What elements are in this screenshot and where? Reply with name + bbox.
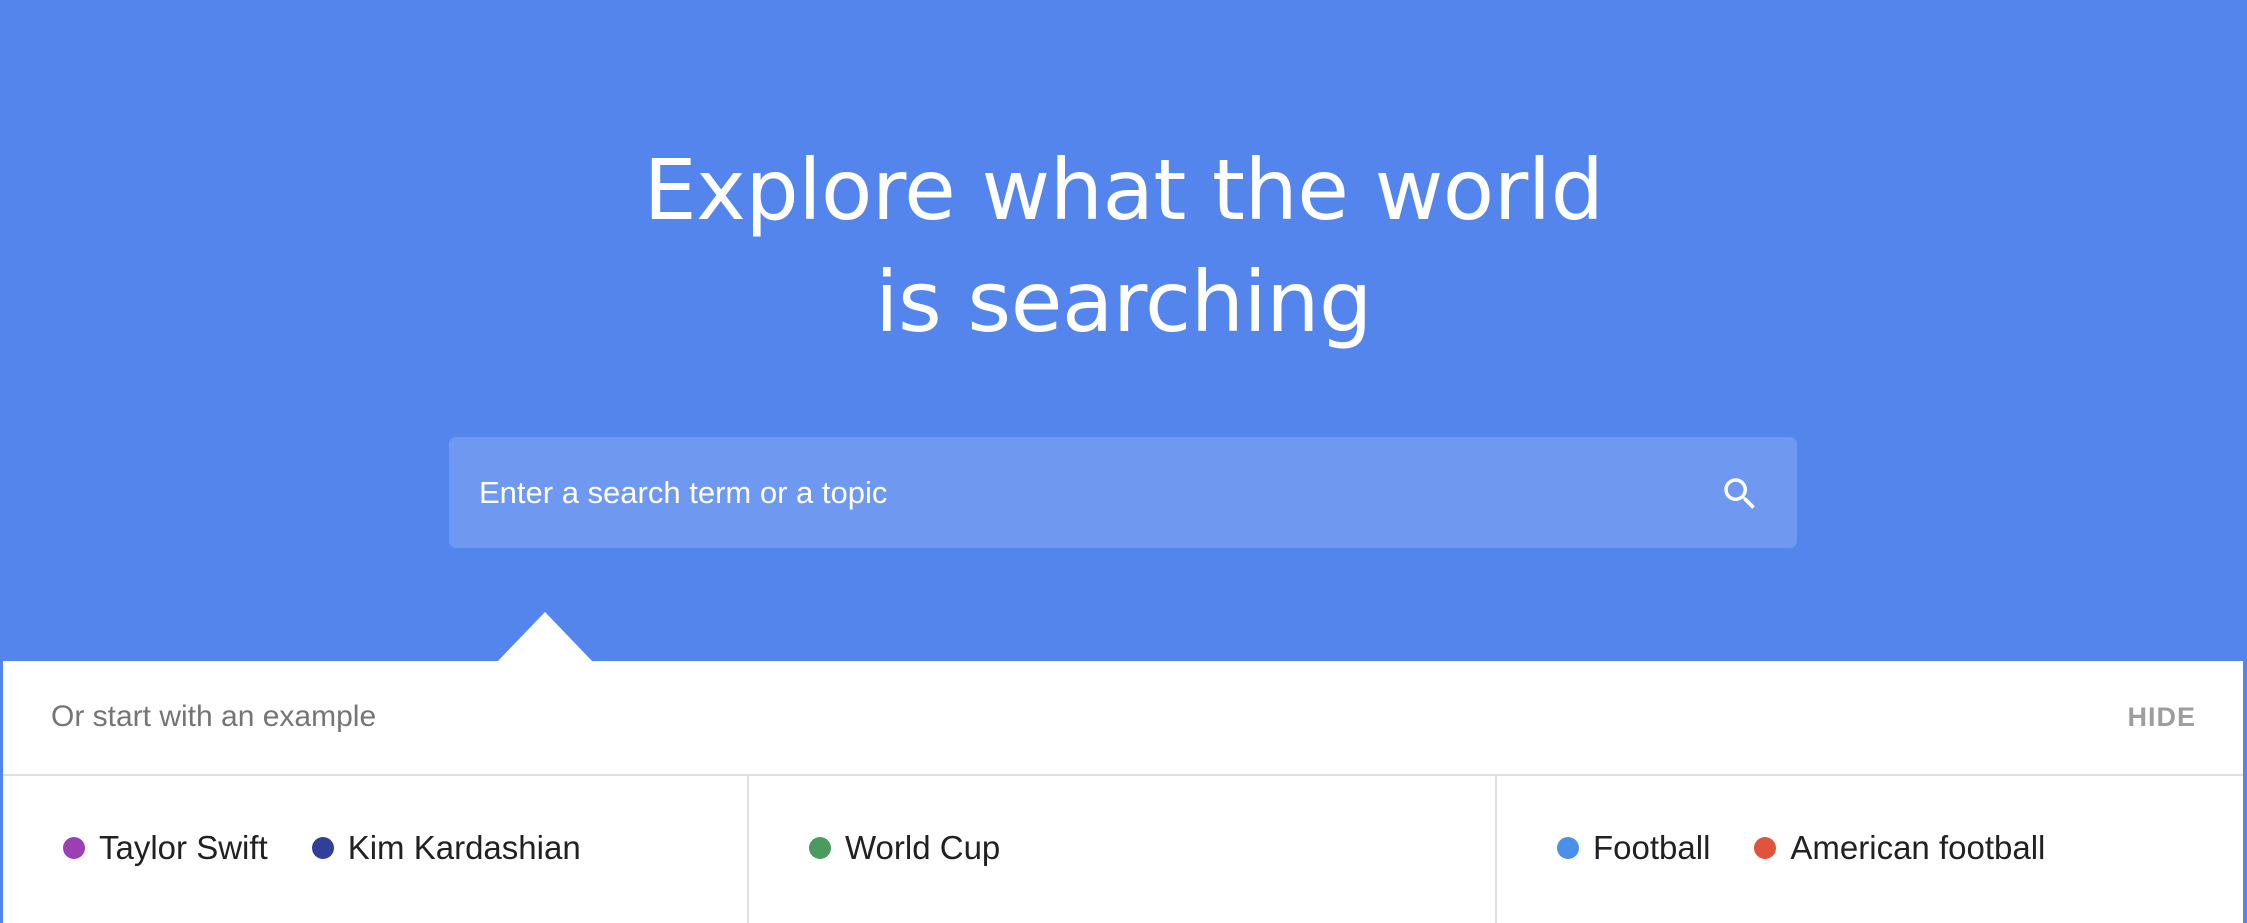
- example-item-taylor-swift[interactable]: Taylor Swift: [63, 828, 268, 868]
- example-label: Football: [1593, 829, 1711, 866]
- panel-pointer-caret: [497, 612, 593, 662]
- example-column-1[interactable]: Taylor Swift Kim Kardashian: [3, 776, 749, 923]
- example-label: Kim Kardashian: [347, 829, 581, 866]
- example-item-american-football[interactable]: American football: [1754, 828, 2045, 868]
- series-color-dot: [63, 837, 85, 859]
- example-label: American football: [1790, 829, 2046, 866]
- series-color-dot: [809, 837, 831, 859]
- example-item-kim-kardashian[interactable]: Kim Kardashian: [311, 828, 581, 868]
- examples-panel: Or start with an example HIDE Taylor Swi…: [3, 661, 2243, 923]
- example-label: World Cup: [845, 829, 1001, 866]
- headline-line-2: is searching: [875, 253, 1372, 351]
- example-item-football[interactable]: Football: [1557, 828, 1710, 868]
- series-color-dot: [311, 837, 334, 859]
- search-icon[interactable]: [1719, 473, 1761, 515]
- search-box: [449, 437, 1797, 548]
- hide-button[interactable]: HIDE: [2127, 699, 2196, 735]
- hero-banner: Explore what the world is searching: [0, 0, 2247, 662]
- examples-header: Or start with an example HIDE: [3, 661, 2243, 776]
- example-item-world-cup[interactable]: World Cup: [809, 828, 1000, 868]
- example-column-3[interactable]: Football American football: [1497, 776, 2243, 923]
- series-color-dot: [1557, 837, 1579, 859]
- example-label: Taylor Swift: [99, 829, 268, 866]
- headline-line-1: Explore what the world: [643, 141, 1604, 239]
- search-input[interactable]: [479, 437, 1659, 548]
- examples-title: Or start with an example: [51, 700, 377, 733]
- example-column-2[interactable]: World Cup: [749, 776, 1497, 923]
- series-color-dot: [1754, 837, 1777, 859]
